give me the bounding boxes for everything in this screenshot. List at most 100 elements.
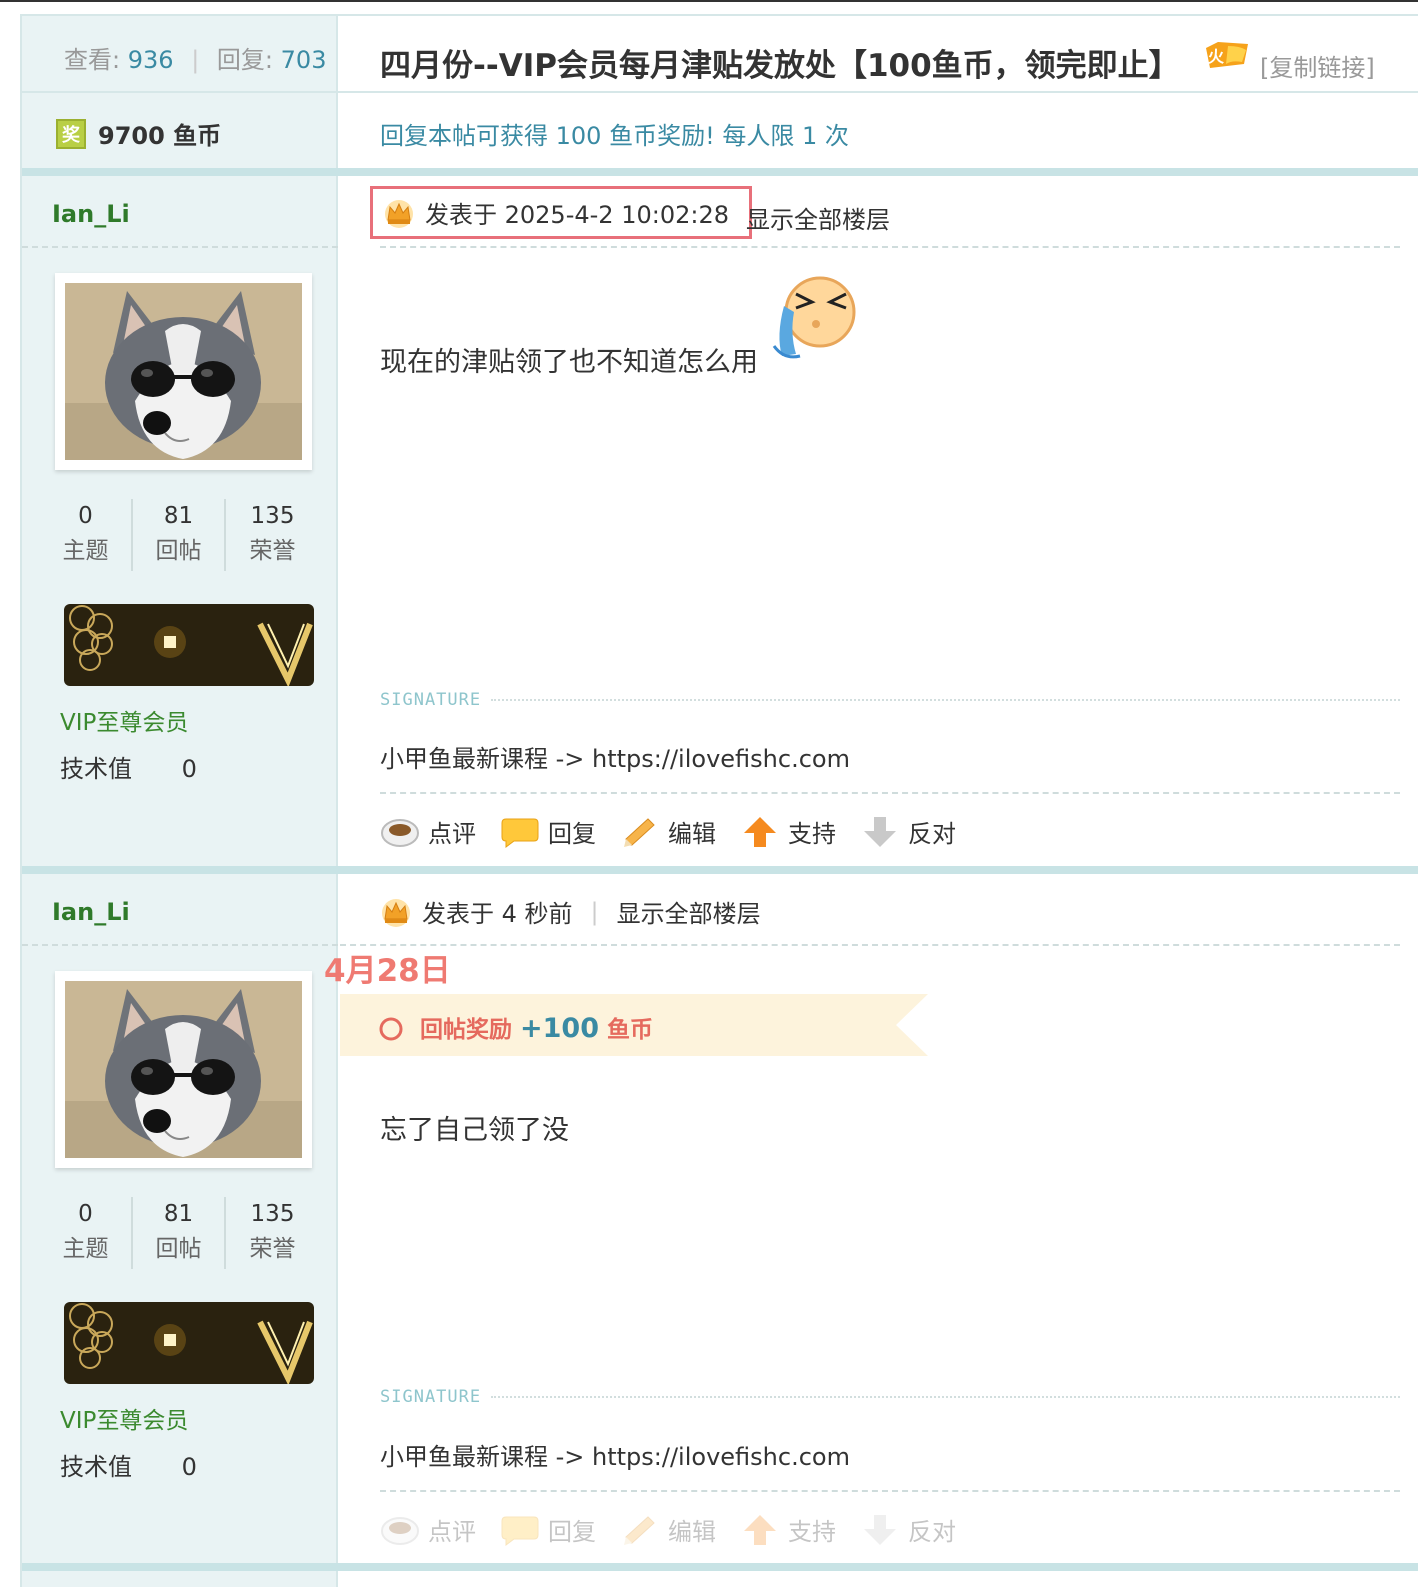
edit-button[interactable]: 编辑	[620, 814, 716, 849]
post-actions: 点评 回复 编辑 支持 反对	[380, 1512, 980, 1547]
arrow-down-icon	[864, 1514, 896, 1545]
post-time-text: 发表于 4 秒前	[422, 900, 573, 928]
oppose-button[interactable]: 反对	[860, 814, 956, 849]
post-header-divider	[340, 944, 1400, 946]
reward-label: 回帖奖励	[420, 1017, 512, 1043]
stat-value: 135	[250, 503, 295, 529]
top-border	[0, 0, 1418, 2]
vip-medal-banner	[64, 604, 314, 686]
stat-value: 81	[163, 503, 194, 529]
date-annotation: 4月28日	[324, 953, 451, 989]
post-author-name[interactable]: Ian_Li	[52, 898, 130, 926]
stat-label: 荣誉	[249, 538, 296, 564]
avatar[interactable]	[55, 273, 312, 470]
signature-text[interactable]: 小甲鱼最新课程 -> https://ilovefishc.com	[380, 739, 850, 774]
post-header-divider	[380, 246, 1400, 248]
arrow-down-icon	[864, 816, 896, 847]
post-time: 发表于 4 秒前 | 显示全部楼层	[380, 894, 761, 929]
show-all-floors-link[interactable]: 显示全部楼层	[617, 894, 761, 929]
pencil-icon	[624, 817, 655, 847]
reward-unit: 鱼币	[607, 1017, 654, 1043]
reply-label: 回复	[548, 820, 596, 848]
header-separator: |	[590, 897, 599, 926]
sidebar-divider	[22, 246, 338, 248]
coffee-cup-icon	[381, 818, 419, 847]
comment-label: 点评	[428, 1518, 476, 1546]
post-content: 现在的津贴领了也不知道怎么用	[380, 347, 758, 378]
tech-value: 0	[181, 1453, 197, 1481]
stat-label: 主题	[62, 1236, 109, 1262]
post-separator	[22, 168, 1418, 176]
replies-label: 回复:	[216, 46, 274, 74]
edit-button[interactable]: 编辑	[620, 1512, 716, 1547]
signature-label: SIGNATURE	[380, 690, 482, 710]
actions-divider	[380, 792, 1400, 794]
reply-label: 回复	[548, 1518, 596, 1546]
reward-text: 回帖奖励 +100 鱼币	[420, 1010, 653, 1044]
user-group[interactable]: VIP至尊会员	[60, 1401, 188, 1435]
comment-button[interactable]: 点评	[380, 1512, 476, 1547]
reply-button[interactable]: 回复	[500, 1512, 596, 1547]
post-content: 忘了自己领了没	[380, 1115, 569, 1146]
signature-header: SIGNATURE	[380, 690, 1400, 710]
crying-emoji-icon	[772, 276, 856, 359]
stat-threads[interactable]: 0 主题	[40, 499, 133, 571]
pencil-icon	[624, 1515, 655, 1545]
vip-medal-image	[64, 604, 314, 686]
stat-honor[interactable]: 135 荣誉	[226, 499, 319, 571]
vip-medal-banner	[64, 1302, 314, 1384]
author-stats: 0 主题 81 回帖 135 荣誉	[40, 1197, 320, 1269]
post-time-text: 发表于 2025-4-2 10:02:28	[425, 201, 729, 229]
signature-divider	[491, 699, 1400, 701]
stats-separator: |	[191, 46, 200, 74]
support-button[interactable]: 支持	[740, 1512, 836, 1547]
arrow-up-icon	[744, 816, 776, 847]
stat-value: 81	[163, 1201, 194, 1227]
stat-replies[interactable]: 81 回帖	[133, 1197, 226, 1269]
hot-badge-icon: 火	[1206, 42, 1248, 68]
husky-avatar-image	[65, 981, 302, 1158]
vip-medal-image	[64, 1302, 314, 1384]
signature-divider	[491, 1396, 1400, 1398]
tech-value: 0	[181, 755, 197, 783]
thread-title: 四月份--VIP会员每月津贴发放处【100鱼币，领完即止】	[380, 48, 1180, 84]
reward-pool-amount: 9700 鱼币	[98, 122, 222, 150]
stat-label: 主题	[62, 538, 109, 564]
stat-replies[interactable]: 81 回帖	[133, 499, 226, 571]
reply-reward-ribbon: 回帖奖励 +100 鱼币	[340, 994, 930, 1056]
user-group[interactable]: VIP至尊会员	[60, 703, 188, 737]
post-separator	[22, 866, 1418, 874]
husky-avatar-image	[65, 283, 302, 460]
signature-text[interactable]: 小甲鱼最新课程 -> https://ilovefishc.com	[380, 1437, 850, 1472]
views-label: 查看:	[64, 46, 121, 74]
actions-divider	[380, 1490, 1400, 1492]
comment-label: 点评	[428, 820, 476, 848]
reward-icon: 奖	[56, 118, 86, 149]
tech-score: 技术值 0	[60, 749, 197, 784]
copy-link[interactable]: [复制链接]	[1260, 48, 1375, 83]
stat-label: 荣誉	[249, 1236, 296, 1262]
comment-button[interactable]: 点评	[380, 814, 476, 849]
support-label: 支持	[788, 1518, 836, 1546]
reward-amount: +100	[520, 1013, 599, 1044]
stat-label: 回帖	[155, 538, 202, 564]
post-author-name[interactable]: Ian_Li	[52, 200, 130, 228]
speech-bubble-icon	[501, 818, 539, 848]
oppose-label: 反对	[908, 820, 956, 848]
show-all-floors-link[interactable]: 显示全部楼层	[746, 200, 890, 235]
stat-threads[interactable]: 0 主题	[40, 1197, 133, 1269]
support-button[interactable]: 支持	[740, 814, 836, 849]
avatar[interactable]	[55, 971, 312, 1168]
reply-button[interactable]: 回复	[500, 814, 596, 849]
reward-pool: 奖 9700 鱼币	[56, 116, 221, 151]
signature-label: SIGNATURE	[380, 1387, 482, 1407]
tech-score: 技术值 0	[60, 1447, 197, 1482]
stat-honor[interactable]: 135 荣誉	[226, 1197, 319, 1269]
header-divider	[22, 91, 1418, 93]
post-separator	[22, 1563, 1418, 1571]
replies-count: 703	[280, 46, 327, 74]
crown-icon	[382, 898, 410, 927]
arrow-up-icon	[744, 1514, 776, 1545]
oppose-button[interactable]: 反对	[860, 1512, 956, 1547]
post-time: 发表于 2025-4-2 10:02:28	[370, 186, 752, 239]
